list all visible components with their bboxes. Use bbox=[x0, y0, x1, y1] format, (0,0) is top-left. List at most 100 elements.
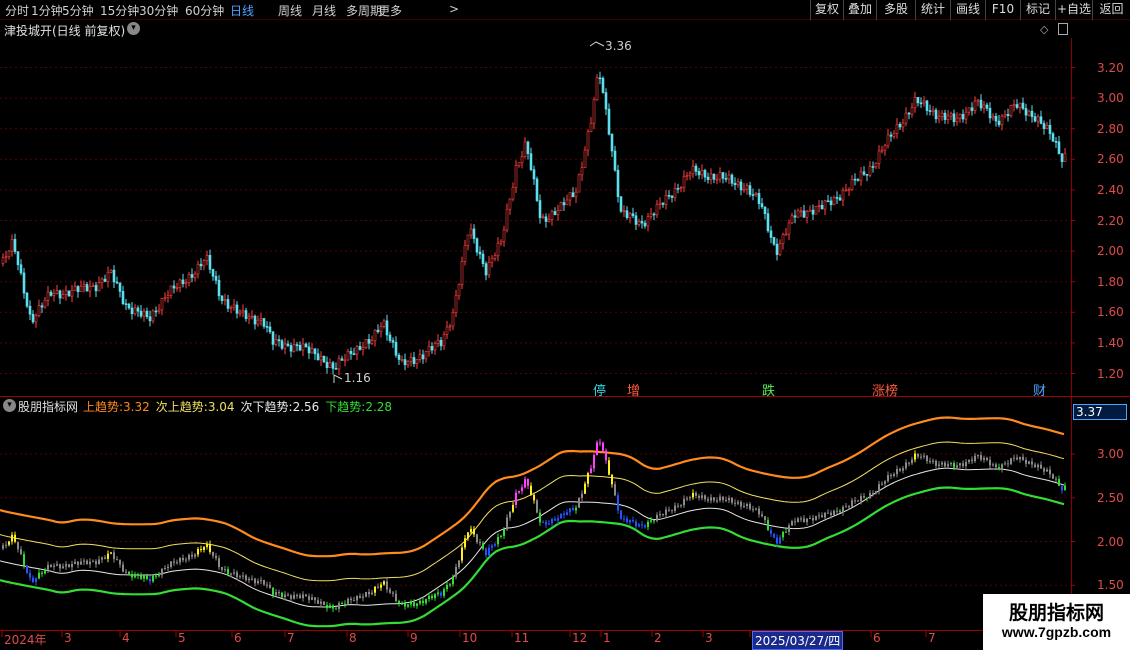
chevron-down-icon[interactable]: ▾ bbox=[127, 22, 140, 35]
candle-body bbox=[520, 156, 524, 163]
candle-body bbox=[190, 274, 194, 278]
candle-body bbox=[616, 169, 620, 197]
time-label: 1 bbox=[603, 631, 611, 645]
candle-body bbox=[1033, 116, 1037, 122]
candle-body bbox=[319, 355, 323, 361]
candle-body bbox=[502, 229, 506, 242]
indicator-bar bbox=[290, 595, 292, 599]
indicator-bar bbox=[593, 454, 595, 469]
candle-body bbox=[298, 344, 302, 351]
candle-body bbox=[154, 310, 158, 313]
candle-body bbox=[214, 275, 218, 281]
indicator-bar bbox=[590, 468, 592, 474]
indicator-bar bbox=[386, 581, 388, 590]
indicator-bar bbox=[149, 579, 151, 582]
candle-body bbox=[748, 185, 752, 195]
candle-body bbox=[493, 255, 497, 259]
indicator-bar bbox=[416, 603, 418, 606]
indicator-bar bbox=[890, 475, 892, 477]
candle-body bbox=[340, 358, 344, 361]
settings-icon[interactable] bbox=[1058, 23, 1068, 35]
candle-body bbox=[664, 195, 668, 205]
candle-body bbox=[1012, 104, 1016, 106]
time-label: 9 bbox=[410, 631, 418, 645]
candle-body bbox=[109, 269, 113, 273]
candle-body bbox=[91, 285, 95, 287]
candle-body bbox=[952, 113, 956, 123]
event-marker[interactable]: 停 bbox=[593, 380, 606, 399]
candle-body bbox=[832, 197, 836, 206]
candle-body bbox=[769, 230, 773, 238]
price-tick-label: 1.40 bbox=[1097, 335, 1124, 350]
event-marker[interactable]: 跌 bbox=[762, 380, 775, 399]
candle-body bbox=[547, 219, 551, 222]
candle-body bbox=[844, 189, 848, 192]
candle-body bbox=[361, 347, 365, 350]
candle-body bbox=[919, 102, 923, 105]
indicator-bar bbox=[782, 531, 784, 538]
indicator-bar bbox=[701, 495, 703, 498]
candle-body bbox=[322, 355, 326, 363]
candle-body bbox=[241, 310, 245, 313]
candle-body bbox=[1006, 114, 1010, 117]
indicator-bar bbox=[764, 516, 766, 521]
event-marker[interactable]: 财 bbox=[1033, 380, 1046, 399]
diamond-icon[interactable]: ◇ bbox=[1040, 23, 1048, 36]
candle-body bbox=[148, 316, 152, 322]
candle-body bbox=[334, 368, 338, 370]
indicator-bar bbox=[770, 529, 772, 534]
price-tick-label: 1.80 bbox=[1097, 274, 1124, 289]
candle-body bbox=[1048, 124, 1052, 134]
candle-body bbox=[886, 134, 890, 147]
candle-body bbox=[820, 205, 824, 210]
candle-body bbox=[262, 318, 266, 327]
indicator-bar bbox=[728, 497, 730, 501]
indicator-bar bbox=[1052, 474, 1054, 479]
price-tick-label: 3.00 bbox=[1097, 91, 1124, 106]
candle-body bbox=[283, 343, 287, 349]
candle-body bbox=[106, 272, 110, 282]
candle-body bbox=[643, 222, 647, 227]
indicator-bar bbox=[863, 496, 865, 498]
indicator-bar bbox=[755, 508, 757, 510]
price-tick-label: 2.60 bbox=[1097, 152, 1124, 167]
indicator-bar bbox=[380, 584, 382, 588]
candle-body bbox=[220, 295, 224, 301]
indicator-bar bbox=[854, 500, 856, 502]
indicator-bar bbox=[368, 591, 370, 595]
indicator-bar bbox=[332, 605, 334, 609]
indicator-bar bbox=[959, 463, 961, 466]
candle-body bbox=[1, 257, 5, 264]
indicator-bar bbox=[536, 500, 538, 513]
candle-body bbox=[97, 282, 101, 292]
indicator-bar bbox=[62, 566, 64, 569]
candle-body bbox=[781, 234, 785, 245]
indicator-bar bbox=[143, 575, 145, 579]
candle-body bbox=[1003, 114, 1007, 117]
candle-body bbox=[481, 253, 485, 264]
candle-body bbox=[718, 172, 722, 180]
candle-body bbox=[46, 291, 50, 301]
indicator-bar bbox=[794, 521, 796, 523]
candle-body bbox=[343, 359, 347, 362]
chart-canvas[interactable] bbox=[0, 0, 1130, 650]
indicator-bar bbox=[476, 534, 478, 543]
indicator-bar bbox=[947, 464, 949, 467]
indicator-bar bbox=[554, 518, 556, 521]
indicator-bar bbox=[506, 517, 508, 530]
time-label: 2 bbox=[654, 631, 662, 645]
price-tick-label: 2.40 bbox=[1097, 182, 1124, 197]
indicator-bar bbox=[605, 450, 607, 461]
time-label: 8 bbox=[349, 631, 357, 645]
indicator-bar bbox=[1031, 461, 1033, 465]
event-marker[interactable]: 增 bbox=[627, 380, 640, 399]
candle-body bbox=[733, 182, 737, 186]
candle-body bbox=[151, 310, 155, 322]
indicator-bar bbox=[266, 584, 268, 586]
indicator-bar bbox=[179, 557, 181, 563]
chevron-down-icon[interactable]: ▾ bbox=[3, 399, 16, 412]
event-marker[interactable]: 涨榜 bbox=[872, 380, 898, 399]
candle-body bbox=[1000, 115, 1004, 126]
indicator-bar bbox=[614, 484, 616, 496]
indicator-bar bbox=[740, 501, 742, 507]
